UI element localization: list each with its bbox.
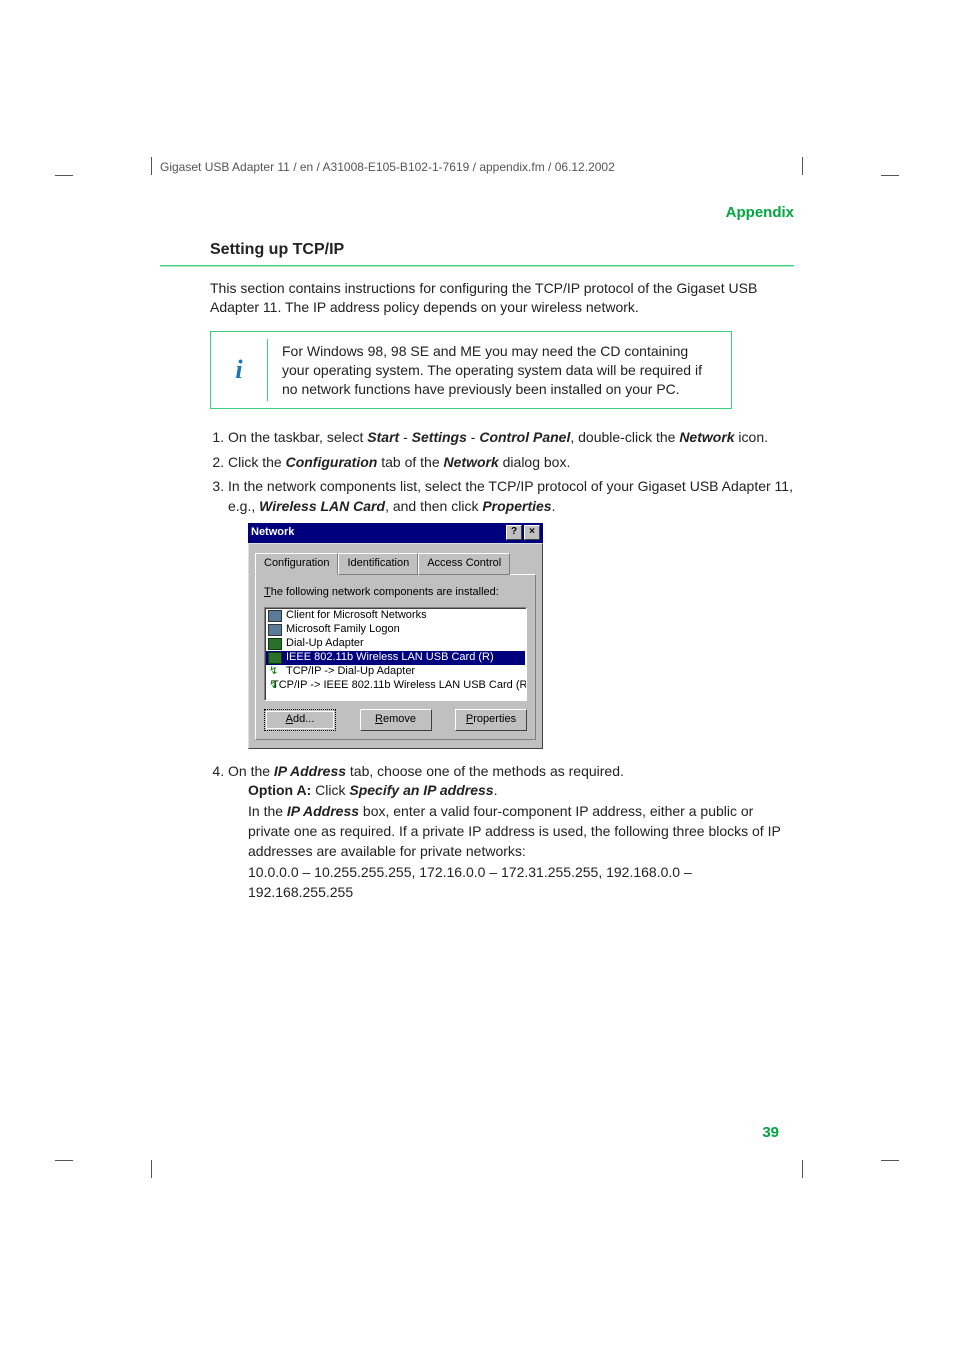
- tab-identification[interactable]: Identification: [338, 553, 418, 575]
- step-4: On the IP Address tab, choose one of the…: [228, 761, 794, 903]
- step-4-option-a: Option A: Click Specify an IP address.: [248, 781, 794, 801]
- info-callout: i For Windows 98, 98 SE and ME you may n…: [210, 331, 732, 410]
- kw-network: Network: [444, 454, 499, 470]
- crop-mark: [802, 1160, 803, 1178]
- step-1: On the taskbar, select Start - Settings …: [228, 427, 794, 447]
- text: Click: [315, 782, 349, 798]
- kw-configuration: Configuration: [286, 454, 378, 470]
- client-icon: [268, 610, 282, 622]
- step-2: Click the Configuration tab of the Netwo…: [228, 452, 794, 472]
- kw-ip-address: IP Address: [274, 763, 346, 779]
- kw-settings: Settings: [412, 429, 467, 445]
- help-button[interactable]: ?: [506, 525, 522, 540]
- intro-paragraph: This section contains instructions for c…: [210, 279, 794, 317]
- step-3: In the network components list, select t…: [228, 476, 794, 748]
- text: On the taskbar, select: [228, 429, 367, 445]
- text: , double-click the: [570, 429, 679, 445]
- instruction-list: On the taskbar, select Start - Settings …: [210, 427, 794, 902]
- dialog-button-row: Add... Remove Properties: [264, 709, 527, 731]
- network-dialog: Network ? × Configuration Identification…: [248, 523, 543, 749]
- list-item[interactable]: Dial-Up Adapter: [266, 637, 525, 651]
- text: -: [399, 429, 411, 445]
- text: icon.: [735, 429, 768, 445]
- info-text: For Windows 98, 98 SE and ME you may nee…: [268, 332, 731, 409]
- list-item[interactable]: TCP/IP -> IEEE 802.11b Wireless LAN USB …: [266, 679, 525, 693]
- text: dialog box.: [499, 454, 571, 470]
- kw-specify-ip: Specify an IP address: [349, 782, 493, 798]
- list-item[interactable]: Client for Microsoft Networks: [266, 609, 525, 623]
- adapter-icon: [268, 638, 282, 650]
- text: , and then click: [385, 498, 482, 514]
- list-item-label: TCP/IP -> IEEE 802.11b Wireless LAN USB …: [272, 678, 527, 694]
- dialog-body: Configuration Identification Access Cont…: [248, 543, 543, 749]
- crop-mark: [55, 1160, 73, 1161]
- text: Click the: [228, 454, 286, 470]
- section-label-appendix: Appendix: [160, 204, 794, 221]
- kw-network: Network: [679, 429, 734, 445]
- text: .: [552, 498, 556, 514]
- dialog-title: Network: [251, 525, 294, 541]
- tab-panel: The following network components are ins…: [255, 574, 536, 740]
- text: .: [494, 782, 498, 798]
- page-number: 39: [762, 1124, 779, 1141]
- step-4-line2: In the IP Address box, enter a valid fou…: [248, 802, 794, 861]
- running-header: Gigaset USB Adapter 11 / en / A31008-E10…: [160, 160, 794, 174]
- list-item-selected[interactable]: IEEE 802.11b Wireless LAN USB Card (R): [266, 651, 525, 665]
- section-title: Setting up TCP/IP: [210, 241, 794, 259]
- text: tab of the: [377, 454, 443, 470]
- client-icon: [268, 624, 282, 636]
- list-item[interactable]: Microsoft Family Logon: [266, 623, 525, 637]
- tab-access-control[interactable]: Access Control: [418, 553, 510, 575]
- remove-button[interactable]: Remove: [360, 709, 432, 731]
- tab-configuration[interactable]: Configuration: [255, 553, 338, 575]
- properties-button[interactable]: Properties: [455, 709, 527, 731]
- kw-control-panel: Control Panel: [479, 429, 570, 445]
- dialog-tabs: Configuration Identification Access Cont…: [255, 552, 536, 574]
- kw-ip-address-box: IP Address: [287, 803, 359, 819]
- crop-mark: [151, 1160, 152, 1178]
- properties-button-rest: roperties: [473, 713, 516, 725]
- kw-wlan-card: Wireless LAN Card: [259, 498, 385, 514]
- close-button[interactable]: ×: [524, 525, 540, 540]
- components-listbox[interactable]: Client for Microsoft Networks Microsoft …: [264, 607, 527, 701]
- text: On the: [228, 763, 274, 779]
- info-icon: i: [211, 339, 268, 401]
- protocol-icon: [268, 666, 282, 678]
- text: tab, choose one of the methods as requir…: [346, 763, 624, 779]
- kw-properties: Properties: [482, 498, 551, 514]
- kw-start: Start: [367, 429, 399, 445]
- section-underline-divider: [160, 265, 794, 267]
- components-label: The following network components are ins…: [264, 585, 527, 601]
- option-a-label: Option A:: [248, 782, 315, 798]
- crop-mark: [881, 1160, 899, 1161]
- list-item[interactable]: TCP/IP -> Dial-Up Adapter: [266, 665, 525, 679]
- text: In the: [248, 803, 287, 819]
- adapter-icon: [268, 652, 282, 664]
- add-button[interactable]: Add...: [264, 709, 336, 731]
- dialog-titlebar[interactable]: Network ? ×: [248, 523, 543, 543]
- text: -: [467, 429, 479, 445]
- step-4-ip-ranges: 10.0.0.0 – 10.255.255.255, 172.16.0.0 – …: [248, 863, 794, 902]
